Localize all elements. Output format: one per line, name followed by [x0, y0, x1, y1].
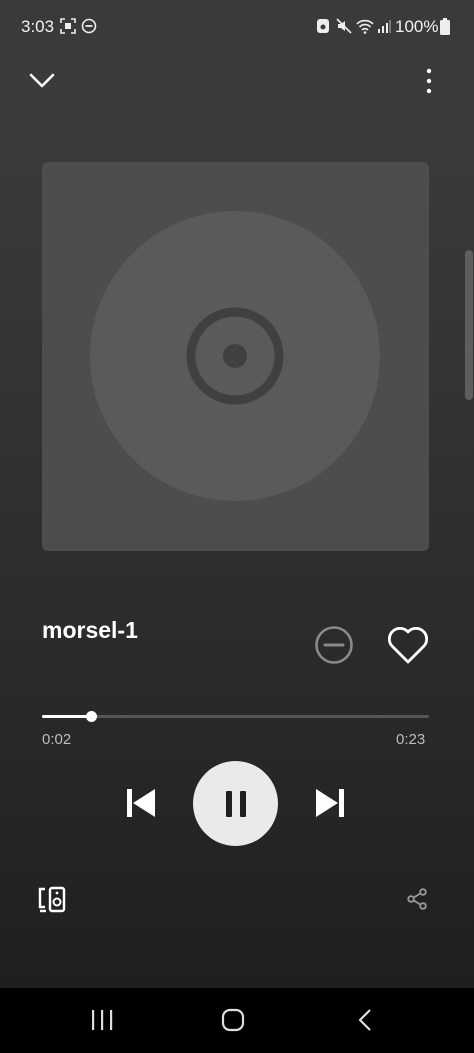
vpn-lock-icon	[317, 19, 329, 33]
album-art	[42, 162, 429, 551]
chevron-down-icon[interactable]	[28, 70, 56, 92]
signal-icon	[378, 20, 391, 33]
disc-placeholder-icon	[90, 211, 380, 501]
seek-handle[interactable]	[86, 711, 98, 722]
connect-device-icon[interactable]	[37, 885, 67, 913]
home-icon[interactable]	[221, 1008, 245, 1032]
mute-icon	[336, 18, 352, 34]
status-time: 3:03	[21, 17, 55, 36]
seek-progress	[42, 715, 92, 718]
scrollbar[interactable]	[465, 250, 473, 400]
elapsed-time: 0:02	[42, 731, 72, 748]
total-duration: 0:23	[396, 731, 426, 748]
seek-track	[42, 715, 429, 718]
system-nav-bar	[0, 988, 474, 1053]
pause-button[interactable]	[193, 761, 278, 846]
status-bar: 3:03 100%	[0, 0, 474, 42]
minus-circle-icon[interactable]	[314, 625, 354, 665]
screen-capture-icon	[60, 18, 76, 34]
battery-percent: 100%	[395, 17, 439, 36]
wifi-icon	[356, 19, 374, 34]
track-title: morsel-1	[42, 617, 138, 643]
back-icon[interactable]	[355, 1008, 375, 1032]
seek-bar[interactable]	[42, 710, 429, 722]
pause-icon	[226, 791, 246, 817]
share-icon[interactable]	[405, 887, 429, 911]
recent-apps-icon[interactable]	[90, 1009, 114, 1031]
more-vertical-icon[interactable]	[420, 66, 438, 96]
skip-previous-icon[interactable]	[124, 786, 158, 820]
skip-next-icon[interactable]	[313, 786, 347, 820]
do-not-disturb-icon	[81, 18, 97, 34]
battery-icon	[440, 18, 450, 35]
heart-icon[interactable]	[386, 624, 430, 666]
